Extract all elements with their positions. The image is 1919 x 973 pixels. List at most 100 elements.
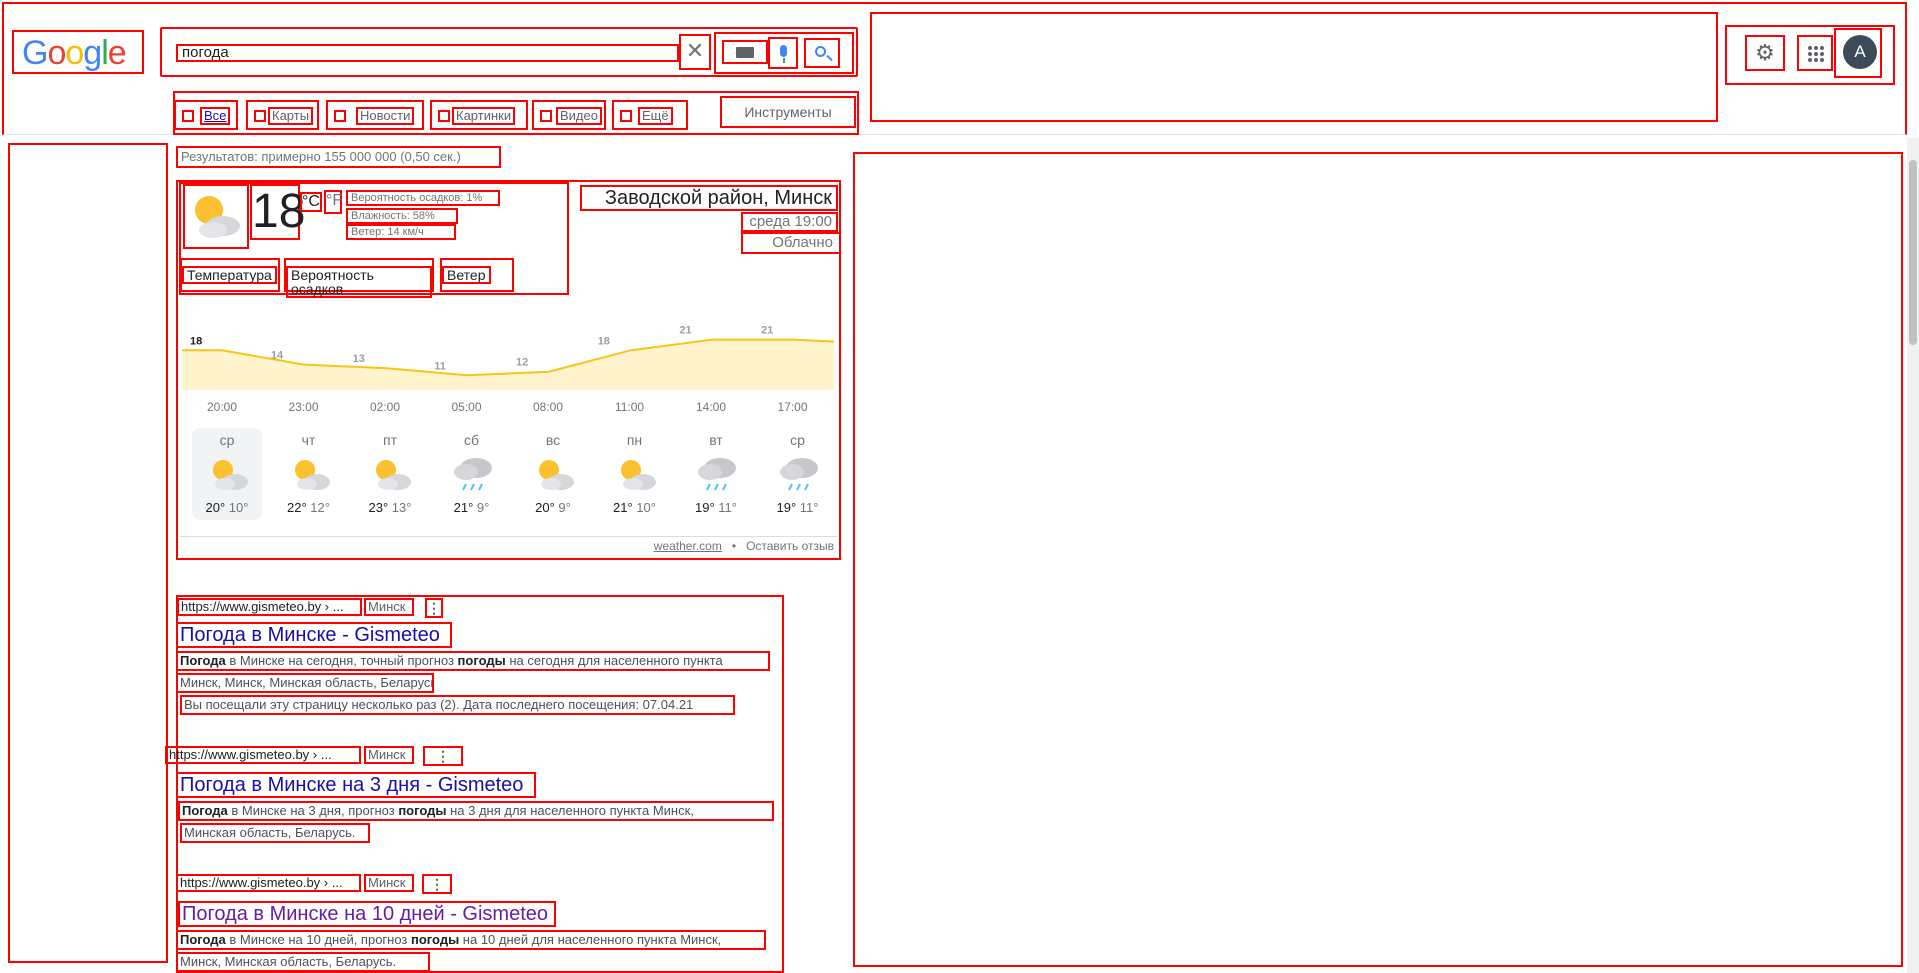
tab-precipitation[interactable]: Вероятность осадков <box>284 258 434 298</box>
snippet-keyword: Погода <box>180 653 226 668</box>
clear-button[interactable]: ✕ <box>679 34 711 70</box>
microphone-icon[interactable] <box>768 37 798 69</box>
separator-dot: • <box>731 539 737 553</box>
result-url[interactable]: https://www.gismeteo.by › ... <box>165 746 361 764</box>
weather-source-link[interactable]: weather.com <box>654 539 722 553</box>
result-breadcrumb[interactable]: Минск <box>364 874 414 892</box>
precip-chance: Вероятность осадков: 1% <box>346 190 500 206</box>
partly-cloudy-icon <box>183 184 249 249</box>
result-snippet: Погода в Минске на 3 дня, прогноз погоды… <box>178 801 774 821</box>
hour-label: 05:00 <box>451 400 482 414</box>
result-snippet-line2: Минск, Минская область, Беларусь. <box>176 952 430 972</box>
result-snippet-line2: Минская область, Беларусь. <box>180 823 370 843</box>
snippet-keyword: Погода <box>180 932 226 947</box>
feedback-link[interactable]: Оставить отзыв <box>746 539 834 553</box>
weather-condition: Облачно <box>741 232 841 254</box>
day-name: вт <box>709 432 723 448</box>
day-name: ср <box>790 432 805 448</box>
result-url[interactable]: https://www.gismeteo.by › ... <box>177 598 362 616</box>
tools-button[interactable]: Инструменты <box>720 96 856 128</box>
tab-news[interactable]: Новости <box>326 100 424 130</box>
high-temp: 21° <box>453 500 474 515</box>
result-title[interactable]: Погода в Минске на 3 дня - Gismeteo <box>176 772 536 798</box>
scrollbar-thumb[interactable] <box>1909 160 1917 345</box>
tab-maps[interactable]: Карты <box>246 100 319 130</box>
tab-temperature[interactable]: Температура <box>180 258 280 292</box>
day-forecast[interactable]: ср 20° 10° <box>192 428 262 520</box>
result-title[interactable]: Погода в Минске - Gismeteo <box>176 622 452 648</box>
day-forecast[interactable]: сб 21° 9° <box>437 428 507 520</box>
result-title[interactable]: Погода в Минске на 10 дней - Gismeteo <box>178 901 556 927</box>
rain-icon <box>778 454 822 494</box>
snippet-keyword: Погода <box>182 803 228 818</box>
tab-wind[interactable]: Ветер <box>440 258 514 292</box>
search-icon[interactable] <box>804 38 840 68</box>
google-logo[interactable]: Google <box>22 34 127 73</box>
snippet-text: на 3 дня для населенного пункта Минск, <box>446 803 694 818</box>
search-input[interactable]: погода <box>176 44 679 62</box>
day-forecast[interactable]: вс 20° 9° <box>518 428 588 520</box>
tab-all[interactable]: Все <box>174 100 238 130</box>
day-forecast[interactable]: чт 22° 12° <box>274 428 344 520</box>
humidity: Влажность: 58% <box>346 208 458 224</box>
unit-celsius[interactable]: °C <box>300 192 322 212</box>
keyboard-icon[interactable] <box>722 40 768 64</box>
day-forecast[interactable]: пт 23° 13° <box>355 428 425 520</box>
snippet-text: в Минске на 3 дня, прогноз <box>227 803 399 818</box>
result-breadcrumb[interactable]: Минск <box>364 598 414 616</box>
avatar[interactable]: A <box>1843 35 1877 69</box>
high-temp: 20° <box>205 500 226 515</box>
temperature-data-label: 18 <box>598 335 610 347</box>
more-vert-icon <box>620 110 632 122</box>
day-forecast[interactable]: пн 21° 10° <box>600 428 670 520</box>
news-icon <box>334 110 346 122</box>
result-snippet: Погода в Минске на 10 дней, прогноз пого… <box>176 930 766 950</box>
day-forecast[interactable]: вт 19° 11° <box>681 428 751 520</box>
high-temp: 22° <box>287 500 307 515</box>
result-more-icon[interactable]: ⋮ <box>425 598 443 618</box>
day-name: пн <box>626 432 643 448</box>
tab-more[interactable]: Ещё <box>612 100 688 130</box>
temperature-data-label: 13 <box>353 353 365 365</box>
result-more-icon[interactable]: ⋮ <box>423 746 463 766</box>
day-name: чт <box>301 432 316 448</box>
low-temp: 10° <box>632 500 656 515</box>
result-snippet: Погода в Минске на сегодня, точный прогн… <box>176 651 770 671</box>
tab-video[interactable]: Видео <box>532 100 606 130</box>
temperature-data-label: 18 <box>190 335 202 347</box>
partly-cloudy-icon <box>207 454 251 494</box>
result-snippet-line2: Минск, Минск, Минская область, Беларусь. <box>176 673 434 693</box>
result-more-icon[interactable]: ⋮ <box>422 874 452 894</box>
snippet-text: в Минске на сегодня, точный прогноз <box>225 653 458 668</box>
result-url[interactable]: https://www.gismeteo.by › ... <box>176 874 361 892</box>
day-forecast[interactable]: ср 19° 11° <box>763 428 833 520</box>
snippet-text: на сегодня для населенного пункта <box>505 653 723 668</box>
wind-speed: Ветер: 14 км/ч <box>346 224 456 240</box>
low-temp: 9° <box>554 500 571 515</box>
temperature-area <box>182 339 834 390</box>
temperature-data-label: 12 <box>516 357 528 369</box>
visit-history: Вы посещали эту страницу несколько раз (… <box>180 695 735 715</box>
result-breadcrumb[interactable]: Минск <box>364 746 414 764</box>
tab-images[interactable]: Картинки <box>430 100 528 130</box>
unit-fahrenheit[interactable]: °F <box>324 190 342 214</box>
high-temp: 23° <box>368 500 389 515</box>
day-name: пт <box>383 432 397 448</box>
daily-forecast: ср 20° 10° чт 22° 12° пт 23° 13° сб 21° 9° вс 20°… <box>182 428 834 520</box>
tab-temperature-label: Температура <box>182 266 277 284</box>
snippet-text: в Минске на 10 дней, прогноз <box>225 932 412 947</box>
hour-label: 23:00 <box>288 400 319 414</box>
low-temp: 10° <box>225 500 249 515</box>
right-column <box>853 152 1903 967</box>
weather-footer: weather.com • Оставить отзыв <box>180 536 838 556</box>
high-temp: 21° <box>613 500 633 515</box>
low-temp: 13° <box>388 500 412 515</box>
snippet-keyword: погоды <box>457 653 506 668</box>
left-rail <box>8 143 168 963</box>
hour-label: 02:00 <box>369 400 401 414</box>
gear-icon[interactable]: ⚙ <box>1745 35 1785 71</box>
snippet-keyword: погоды <box>411 932 460 947</box>
apps-grid-icon[interactable] <box>1797 35 1833 71</box>
tab-precipitation-label: Вероятность осадков <box>286 266 432 298</box>
weather-location: Заводской район, Минск <box>580 185 838 211</box>
